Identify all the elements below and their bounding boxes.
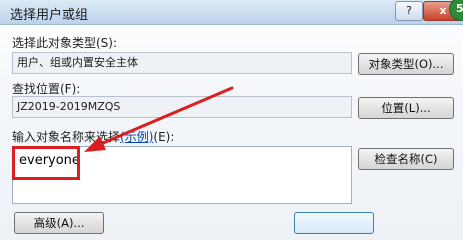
arrow-head [84,136,106,152]
select-users-dialog: 选择用户或组 ? x 5 选择此对象类型(S): 用户、组或内置安全主体 对象类… [0,0,463,240]
annotation-arrow [84,86,234,152]
arrow-shaft [94,86,234,148]
